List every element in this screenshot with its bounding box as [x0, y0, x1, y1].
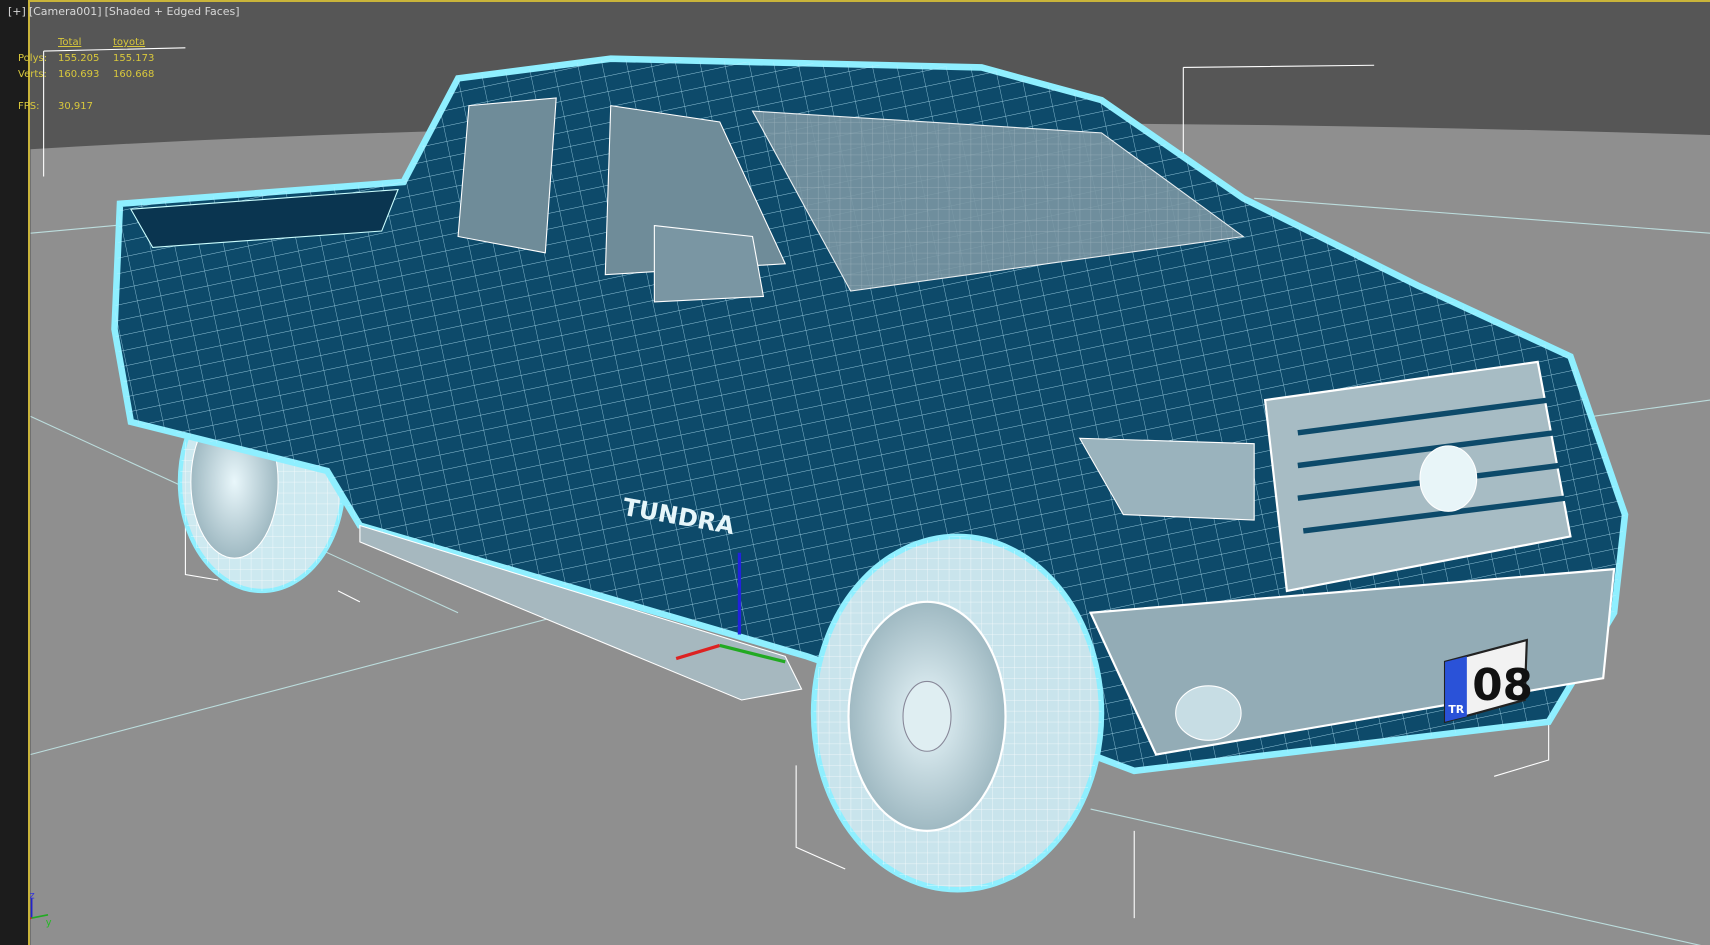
fps-label: FPS:	[18, 101, 40, 112]
stats-col-object: toyota	[113, 37, 146, 48]
stats-col-total: Total	[58, 37, 82, 48]
axis-y: y	[46, 918, 52, 929]
axis-z: z	[30, 890, 35, 901]
front-wheel	[810, 533, 1105, 893]
shading-mode-label[interactable]: [Shaded + Edged Faces]	[105, 5, 240, 18]
plate-country: TR	[1448, 703, 1464, 716]
verts-label: Verts:	[18, 69, 47, 80]
camera-viewport[interactable]: TUNDRA TR 08 z y	[30, 0, 1710, 945]
polys-total: 155.205	[58, 53, 100, 64]
verts-object: 160.668	[113, 69, 155, 80]
side-window-rear	[457, 97, 557, 254]
viewport-label: [+] [Camera001] [Shaded + Edged Faces]	[8, 5, 243, 18]
mirror	[653, 224, 765, 303]
scene-render[interactable]: TUNDRA TR 08 z y	[30, 2, 1710, 945]
brand-logo	[1419, 445, 1478, 512]
polys-label: Polys:	[18, 53, 48, 64]
verts-total: 160.693	[58, 69, 100, 80]
fps-value: 30,917	[58, 101, 93, 112]
viewport-menu-button[interactable]: [+]	[8, 5, 26, 18]
viewport-left-panel	[0, 0, 30, 945]
plate-number: 08	[1472, 661, 1533, 711]
polys-object: 155.173	[113, 53, 155, 64]
fog-light	[1175, 685, 1242, 741]
camera-label[interactable]: [Camera001]	[29, 5, 102, 18]
